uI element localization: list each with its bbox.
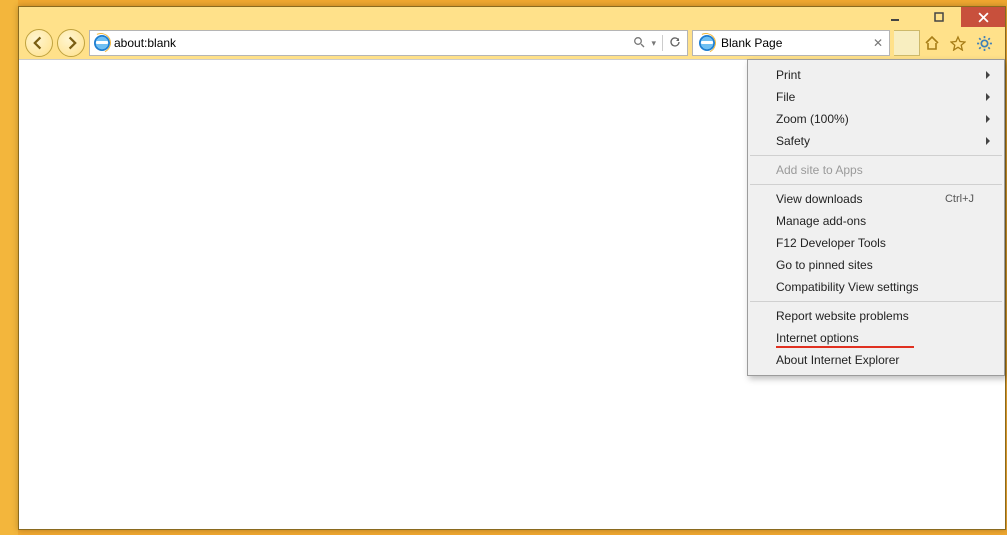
- new-tab-button[interactable]: [894, 30, 920, 56]
- menu-separator: [750, 301, 1002, 302]
- menu-compat-view[interactable]: Compatibility View settings: [748, 276, 1004, 298]
- menu-add-site: Add site to Apps: [748, 159, 1004, 181]
- menu-label: Internet options: [776, 331, 859, 345]
- minimize-button[interactable]: [873, 7, 917, 27]
- menu-internet-options[interactable]: Internet options: [748, 327, 1004, 349]
- menu-about-ie[interactable]: About Internet Explorer: [748, 349, 1004, 371]
- menu-label: File: [776, 90, 795, 104]
- menu-label: View downloads: [776, 192, 863, 206]
- menu-label: Add site to Apps: [776, 163, 863, 177]
- ie-icon: [94, 35, 110, 51]
- home-icon[interactable]: [924, 35, 940, 51]
- tab-close-icon[interactable]: ✕: [873, 36, 883, 50]
- forward-button[interactable]: [57, 29, 85, 57]
- toolbar: ▾ Blank Page ✕: [19, 27, 1005, 59]
- menu-safety[interactable]: Safety: [748, 130, 1004, 152]
- tools-icon[interactable]: [976, 35, 993, 52]
- ie-icon: [699, 35, 715, 51]
- refresh-icon[interactable]: [669, 36, 681, 51]
- address-input[interactable]: [114, 36, 629, 50]
- menu-shortcut: Ctrl+J: [945, 193, 974, 205]
- menu-label: Manage add-ons: [776, 214, 866, 228]
- menu-separator: [750, 184, 1002, 185]
- menu-label: F12 Developer Tools: [776, 236, 886, 250]
- ie-window: ▾ Blank Page ✕ Print: [18, 6, 1006, 530]
- search-icon[interactable]: [633, 36, 645, 51]
- desktop-background: [0, 0, 18, 535]
- menu-label: About Internet Explorer: [776, 353, 899, 367]
- addr-separator: [662, 35, 663, 51]
- menu-report-problems[interactable]: Report website problems: [748, 305, 1004, 327]
- menu-label: Report website problems: [776, 309, 909, 323]
- menu-label: Safety: [776, 134, 810, 148]
- menu-view-downloads[interactable]: View downloads Ctrl+J: [748, 188, 1004, 210]
- menu-file[interactable]: File: [748, 86, 1004, 108]
- menu-separator: [750, 155, 1002, 156]
- menu-label: Compatibility View settings: [776, 280, 919, 294]
- menu-label: Go to pinned sites: [776, 258, 873, 272]
- maximize-button[interactable]: [917, 7, 961, 27]
- favorites-icon[interactable]: [950, 35, 966, 51]
- menu-label: Print: [776, 68, 801, 82]
- menu-zoom[interactable]: Zoom (100%): [748, 108, 1004, 130]
- menu-pinned-sites[interactable]: Go to pinned sites: [748, 254, 1004, 276]
- menu-label: Zoom (100%): [776, 112, 849, 126]
- titlebar: [19, 7, 1005, 27]
- toolbar-right: [924, 35, 999, 52]
- tab-label: Blank Page: [721, 36, 782, 50]
- browser-tab[interactable]: Blank Page ✕: [692, 30, 890, 56]
- menu-print[interactable]: Print: [748, 64, 1004, 86]
- addr-dropdown-icon[interactable]: ▾: [651, 38, 656, 49]
- address-controls: ▾: [633, 35, 683, 51]
- address-bar[interactable]: ▾: [89, 30, 688, 56]
- back-button[interactable]: [25, 29, 53, 57]
- tools-menu: Print File Zoom (100%) Safety Add site t…: [747, 59, 1005, 376]
- menu-f12[interactable]: F12 Developer Tools: [748, 232, 1004, 254]
- close-button[interactable]: [961, 7, 1005, 27]
- menu-manage-addons[interactable]: Manage add-ons: [748, 210, 1004, 232]
